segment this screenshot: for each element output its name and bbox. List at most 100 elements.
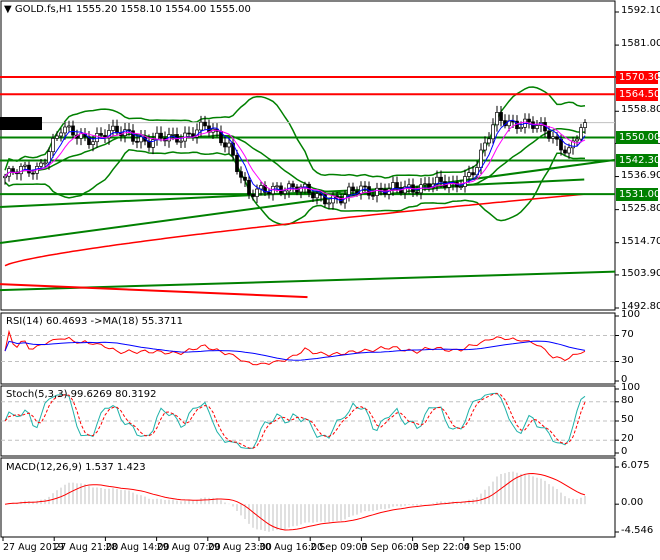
candle-body	[579, 127, 583, 140]
candle-body	[311, 192, 315, 199]
price-tick-label: 1514.70	[621, 235, 660, 247]
candle-body	[583, 122, 587, 128]
candle-body	[187, 132, 191, 135]
candle-body	[251, 194, 255, 197]
candle-body	[291, 183, 295, 188]
candle-body	[487, 138, 491, 144]
price-tick-label: 1592.10	[621, 5, 660, 16]
time-axis-label: 3 Sep 06:00	[361, 542, 419, 553]
main-panel	[0, 0, 616, 311]
level-price-tag: 1542.30	[616, 154, 660, 168]
candle-body	[31, 172, 35, 175]
candle-body	[171, 134, 175, 136]
candle-body	[223, 142, 227, 148]
candle-body	[203, 121, 207, 127]
level-price-tag: 1570.30	[616, 70, 660, 84]
rsi-tick-label: 70	[621, 328, 634, 340]
candle-body	[395, 182, 399, 189]
candle-body	[483, 142, 487, 151]
candle-body	[159, 132, 163, 139]
candle-body	[563, 149, 567, 154]
candle-body	[39, 162, 43, 167]
time-axis-label: 4 Sep 15:00	[463, 542, 522, 553]
candle-body	[179, 140, 183, 143]
level-price-tag: 1531.00	[616, 188, 660, 202]
macd-tick-label: 6.075	[621, 460, 650, 471]
macd-tick-label: -4.546	[621, 525, 654, 536]
level-price-tag: 1550.00	[616, 131, 660, 145]
candle-body	[255, 188, 259, 197]
candle-body	[327, 202, 331, 205]
candle-body	[43, 162, 47, 165]
candle-body	[463, 176, 467, 187]
symbol-label: GOLD.fs,H1	[14, 4, 73, 15]
candle-body	[575, 138, 579, 142]
candle-body	[27, 164, 31, 174]
candle-body	[567, 147, 571, 154]
candle-body	[527, 118, 531, 123]
stoch-tick-label: 20	[621, 433, 634, 445]
stoch-tick-label: 100	[621, 382, 641, 393]
ohlc-values: 1555.20 1558.10 1554.00 1555.00	[75, 4, 251, 15]
candle-body	[63, 126, 67, 134]
candle-body	[199, 121, 203, 131]
time-axis-label: 3 Sep 22:00	[412, 542, 470, 553]
candle-body	[495, 112, 499, 126]
candle-body	[499, 112, 503, 121]
level-price-tag: 1564.50	[616, 88, 660, 102]
candle-body	[23, 164, 27, 167]
candle-body	[71, 125, 75, 136]
candle-body	[547, 130, 551, 139]
candle-body	[551, 136, 555, 139]
candle-body	[91, 141, 95, 145]
candle-body	[19, 166, 23, 175]
stoch-tick-label: 80	[621, 394, 634, 406]
macd-title: MACD(12,26,9) 1.537 1.423	[6, 462, 146, 473]
candle-body	[3, 175, 7, 179]
candle-body	[471, 172, 475, 176]
rsi-tick-label: 100	[621, 309, 641, 320]
candle-body	[51, 138, 55, 153]
candle-body	[239, 171, 243, 178]
candle-body	[315, 193, 319, 199]
price-tick-label: 1581.00	[621, 38, 660, 50]
candle-body	[427, 183, 431, 189]
current-price-tag	[0, 116, 42, 130]
collapse-triangle-icon[interactable]: ▼	[4, 4, 12, 15]
price-tick-label: 1503.90	[621, 267, 660, 279]
stoch-title: Stoch(5,3,3) 99.6269 80.3192	[6, 389, 157, 400]
candle-body	[439, 176, 443, 182]
price-tick-label: 1558.80	[621, 104, 660, 116]
candle-body	[467, 172, 471, 177]
candle-body	[135, 140, 139, 143]
candle-body	[227, 142, 231, 148]
candle-body	[351, 186, 355, 192]
candle-body	[283, 190, 287, 194]
candle-body	[139, 136, 143, 143]
price-tick-label: 1525.80	[621, 202, 660, 214]
candle-body	[11, 168, 15, 173]
symbol-header: ▼ GOLD.fs,H1 1555.20 1558.10 1554.00 155…	[4, 4, 251, 15]
candle-body	[243, 176, 247, 181]
candle-body	[267, 192, 271, 195]
candle-body	[287, 183, 291, 192]
candle-body	[95, 133, 99, 143]
candle-body	[111, 125, 115, 131]
candle-body	[55, 135, 59, 139]
macd-tick-label: 0.00	[621, 497, 644, 509]
candle-body	[491, 124, 495, 140]
candle-body	[519, 126, 523, 130]
chart-window[interactable]: ▼ GOLD.fs,H1 1555.20 1558.10 1554.00 155…	[0, 0, 660, 560]
candle-body	[423, 183, 427, 186]
candle-body	[479, 149, 483, 168]
candle-body	[459, 186, 463, 188]
candle-body	[131, 130, 135, 142]
time-axis-label: 2 Sep 09:00	[310, 542, 368, 553]
chart-canvas[interactable]	[0, 0, 660, 560]
candle-body	[247, 179, 251, 195]
stoch-tick-label: 50	[621, 414, 634, 425]
candle-body	[363, 185, 367, 188]
candle-body	[275, 185, 279, 188]
candle-body	[99, 133, 103, 136]
candle-body	[235, 154, 239, 172]
